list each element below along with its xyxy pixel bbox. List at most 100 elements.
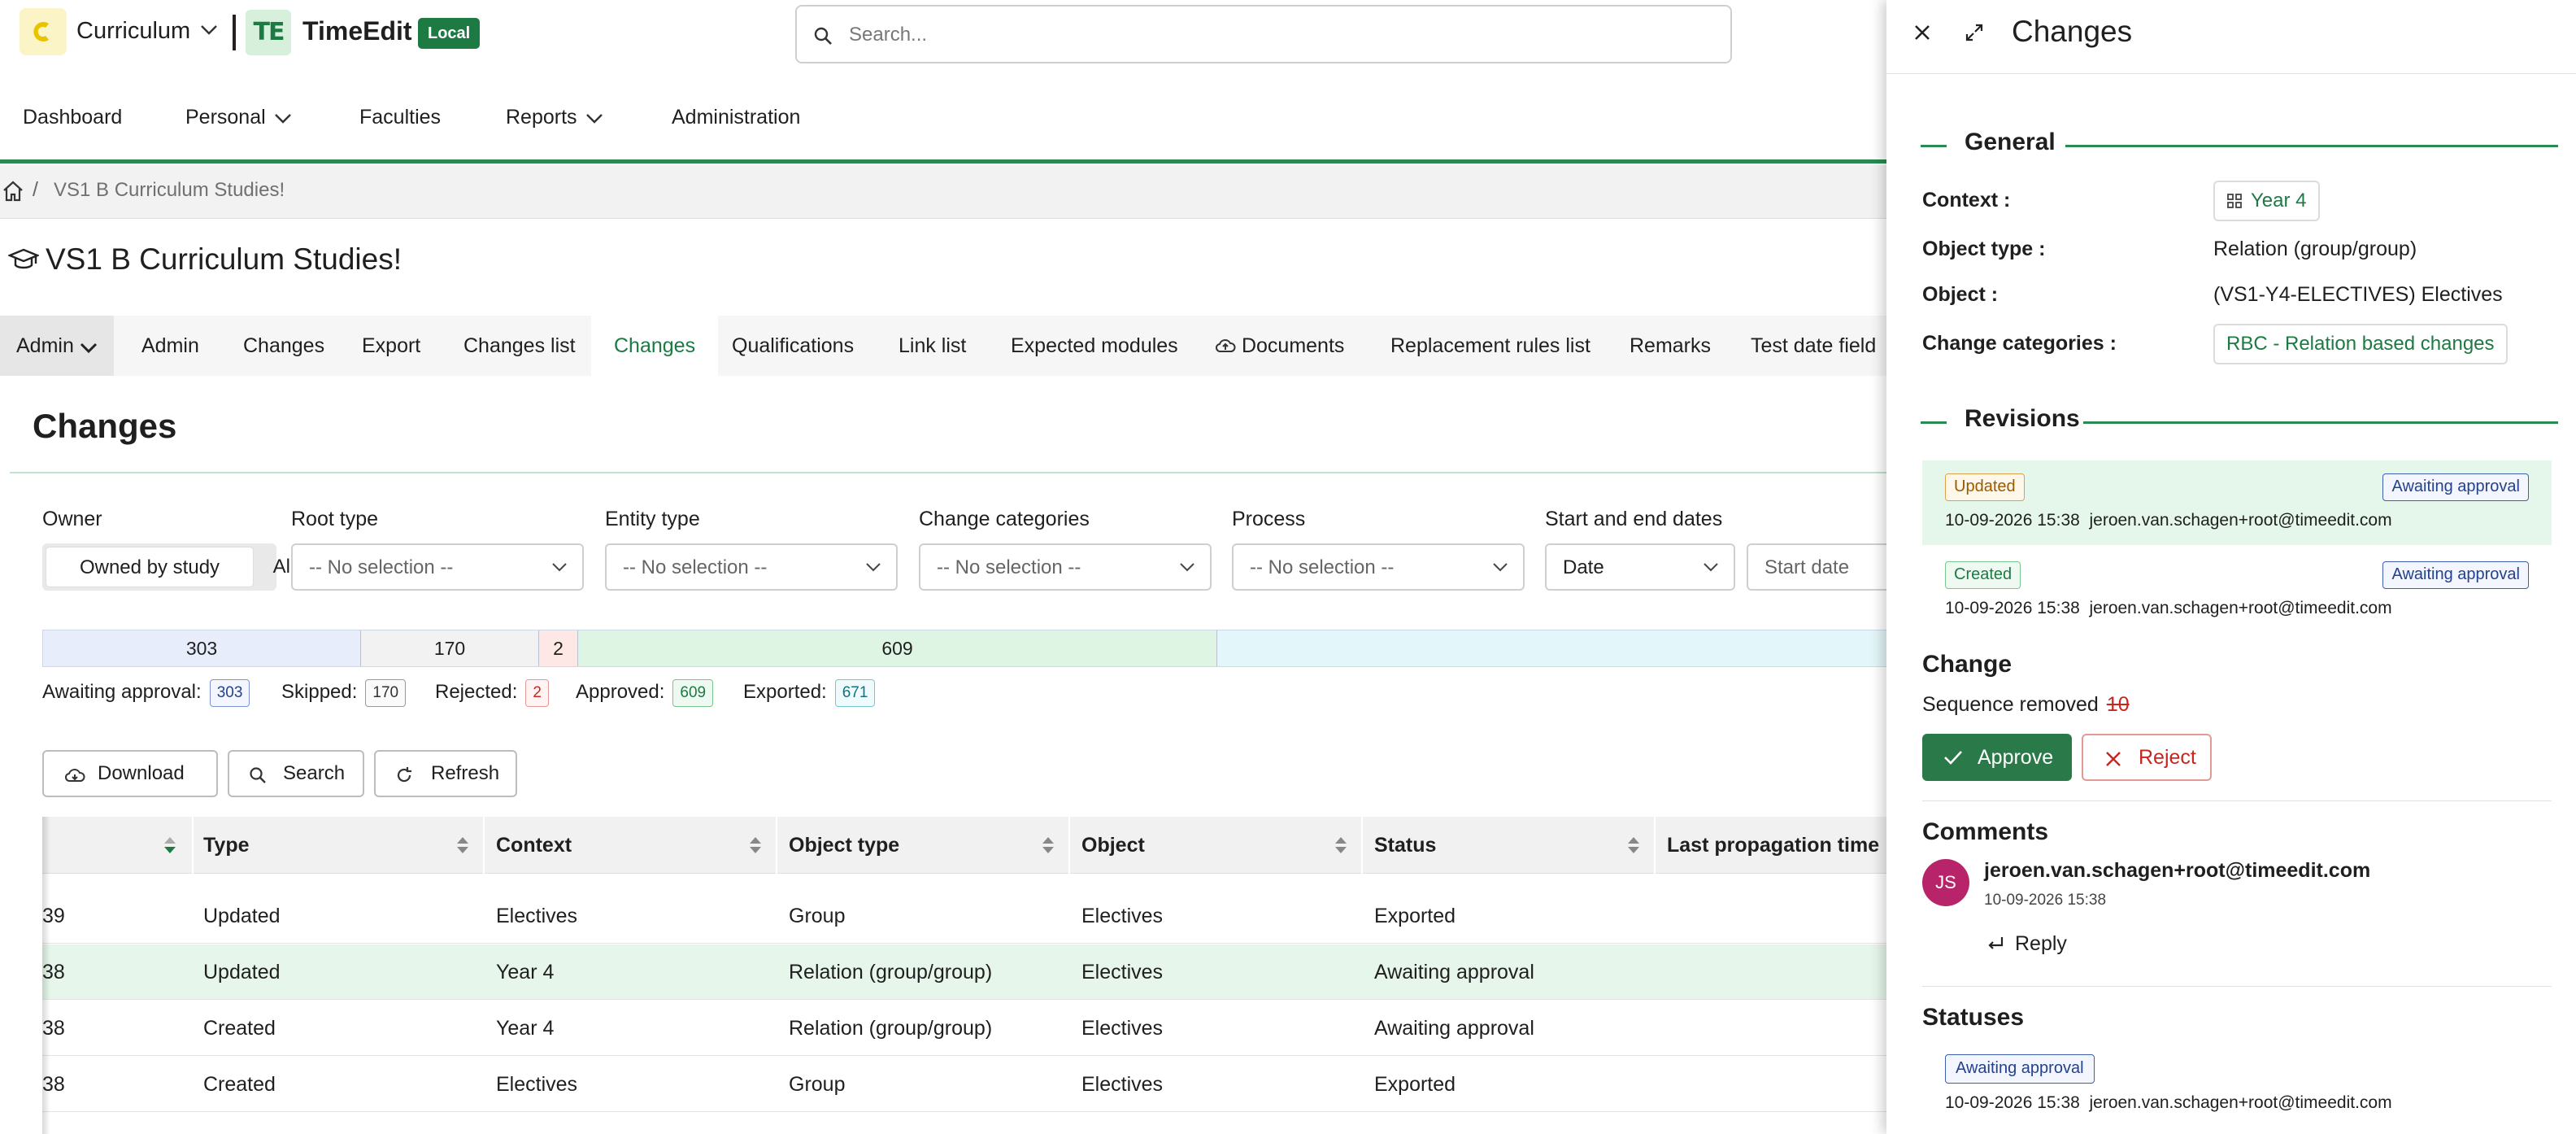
sort-active-icon[interactable]	[163, 835, 177, 856]
change-category-chip[interactable]: RBC - Relation based changes	[2213, 324, 2508, 364]
reply-button[interactable]: Reply	[1986, 932, 2067, 956]
column-divider	[192, 817, 194, 874]
nav-reports[interactable]: Reports	[506, 106, 603, 129]
entity-type-select[interactable]: -- No selection --	[605, 543, 898, 591]
table-row-selected[interactable]: 38 Updated Year 4 Relation (group/group)…	[42, 944, 1886, 1000]
nav-dashboard[interactable]: Dashboard	[23, 106, 122, 129]
tab-remarks[interactable]: Remarks	[1630, 316, 1711, 376]
search-button[interactable]: Search	[228, 750, 364, 797]
object-label: Object :	[1922, 283, 1999, 306]
start-date-input[interactable]: Start date	[1747, 543, 1909, 591]
nav-faculties[interactable]: Faculties	[359, 106, 441, 129]
table-row[interactable]: 38 Created Year 4 Relation (group/group)…	[42, 1001, 1886, 1056]
download-button[interactable]: Download	[42, 750, 218, 797]
table-header: Type Context Object type Object Status L…	[42, 817, 1886, 874]
tab-qualifications[interactable]: Qualifications	[732, 316, 854, 376]
column-divider	[1068, 817, 1070, 874]
column-header-object-type[interactable]: Object type	[789, 817, 899, 874]
chevron-down-icon	[80, 342, 97, 354]
change-categories-select[interactable]: -- No selection --	[919, 543, 1212, 591]
select-value: -- No selection --	[1250, 556, 1395, 578]
column-header-type[interactable]: Type	[203, 817, 250, 874]
sort-icon[interactable]	[748, 835, 763, 856]
refresh-button[interactable]: Refresh	[374, 750, 517, 797]
cell-object-type: Group	[789, 905, 846, 927]
tab-bar: Admin Admin Changes Export Changes list …	[0, 316, 1886, 376]
chevron-down-icon[interactable]	[200, 24, 218, 36]
change-categories-label: Change categories	[919, 508, 1090, 530]
global-search[interactable]	[795, 5, 1732, 63]
search-label: Search	[283, 762, 346, 784]
date-type-select[interactable]: Date	[1545, 543, 1735, 591]
tab-admin[interactable]: Admin	[141, 316, 199, 376]
legend-count-awaiting: 303	[209, 678, 250, 707]
nav-administration[interactable]: Administration	[672, 106, 800, 129]
curriculum-logo-icon[interactable]	[20, 8, 67, 55]
column-header-status[interactable]: Status	[1374, 817, 1436, 874]
column-header-context[interactable]: Context	[496, 817, 572, 874]
tab-export[interactable]: Export	[362, 316, 420, 376]
nav-personal[interactable]: Personal	[185, 106, 292, 129]
sort-icon[interactable]	[1626, 835, 1641, 856]
column-header-last-propagation[interactable]: Last propagation time	[1667, 817, 1879, 874]
progress-segment: 170	[361, 630, 539, 666]
sort-icon[interactable]	[455, 835, 470, 856]
cell-context: Year 4	[496, 961, 555, 984]
close-icon[interactable]	[1912, 23, 1932, 42]
approve-button[interactable]: Approve	[1922, 734, 2072, 781]
breadcrumb-current[interactable]: VS1 B Curriculum Studies!	[54, 179, 285, 202]
process-select[interactable]: -- No selection --	[1232, 543, 1525, 591]
tab-changes[interactable]: Changes	[243, 316, 324, 376]
change-old-value: 10	[2106, 693, 2130, 716]
legend-count-exported: 671	[834, 678, 876, 707]
sort-icon[interactable]	[1041, 835, 1055, 856]
chevron-down-icon	[1704, 563, 1718, 572]
refresh-label: Refresh	[431, 762, 500, 784]
revision-user: jeroen.van.schagen+root@timeedit.com	[2089, 599, 2392, 617]
legend-exported: Exported: 671	[743, 677, 876, 708]
tab-link-list[interactable]: Link list	[899, 316, 966, 376]
statuses-heading: Statuses	[1922, 1004, 2025, 1031]
progress-segment	[1217, 630, 1921, 666]
process-label: Process	[1232, 508, 1306, 530]
section-rule	[1921, 421, 1947, 424]
app-switcher-label[interactable]: Curriculum	[76, 18, 190, 45]
context-chip[interactable]: Year 4	[2213, 181, 2320, 221]
tab-test-date-field[interactable]: Test date field	[1751, 316, 1876, 376]
section-title: Changes	[33, 407, 177, 445]
reject-button[interactable]: Reject	[2082, 734, 2212, 781]
tab-replacement-rules-list[interactable]: Replacement rules list	[1390, 316, 1590, 376]
cell-context: Electives	[496, 1073, 578, 1096]
owner-option-owned-by-study[interactable]: Owned by study	[46, 547, 254, 587]
tab-changes-active[interactable]: Changes	[591, 316, 719, 376]
status-meta: 10-09-2026 15:38 jeroen.van.schagen+root…	[1945, 1093, 2392, 1113]
revision-item-selected[interactable]: Updated Awaiting approval 10-09-2026 15:…	[1922, 460, 2552, 545]
owner-label: Owner	[42, 508, 102, 530]
revision-type-badge: Created	[1945, 561, 2021, 589]
comments-heading: Comments	[1922, 818, 2049, 845]
approve-label: Approve	[1978, 746, 2054, 769]
table-row[interactable]: 39 Updated Electives Group Electives Exp…	[42, 888, 1886, 944]
chevron-down-icon	[1180, 563, 1194, 572]
column-header-object[interactable]: Object	[1081, 817, 1145, 874]
home-icon[interactable]	[2, 180, 24, 203]
root-type-select[interactable]: -- No selection --	[291, 543, 584, 591]
expand-icon[interactable]	[1965, 23, 1984, 42]
cell-context: Electives	[496, 905, 578, 927]
reject-label: Reject	[2139, 746, 2196, 769]
brand-name: TimeEdit	[302, 16, 412, 46]
table-row[interactable]: 38 Created Electives Group Electives Exp…	[42, 1057, 1886, 1112]
sort-icon[interactable]	[1334, 835, 1348, 856]
progress-segment: 2	[539, 630, 578, 666]
tab-documents[interactable]: Documents	[1215, 316, 1344, 376]
tab-changes-list[interactable]: Changes list	[463, 316, 576, 376]
revision-item[interactable]: Created Awaiting approval 10-09-2026 15:…	[1922, 548, 2552, 633]
status-badge: Awaiting approval	[1945, 1054, 2095, 1084]
revision-status-badge: Awaiting approval	[2382, 473, 2529, 501]
search-input[interactable]	[849, 20, 1711, 50]
scroll-shadow	[42, 817, 50, 1134]
tab-admin-dropdown[interactable]: Admin	[0, 316, 114, 376]
divider	[1922, 800, 2552, 801]
tab-expected-modules[interactable]: Expected modules	[1011, 316, 1178, 376]
drawer-title: Changes	[2012, 15, 2133, 48]
